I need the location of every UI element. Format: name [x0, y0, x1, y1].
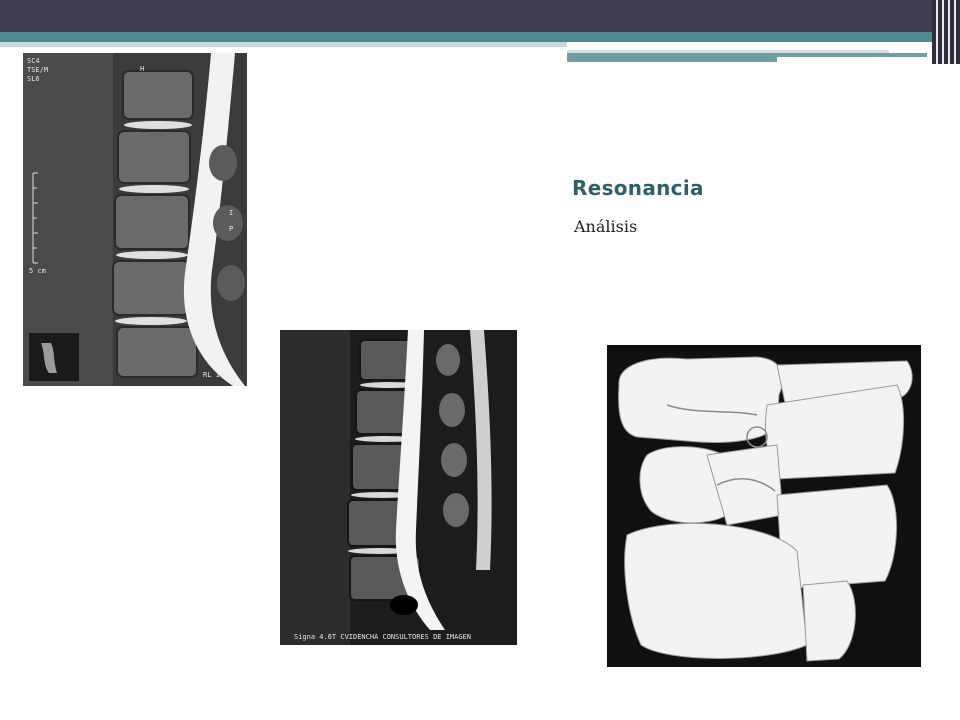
mri-sagittal-image-2: Signa 4.6T CVIDENCHA CONSULTORES DE IMAG…	[280, 330, 517, 645]
mri-label-slice: SL6	[27, 75, 40, 83]
header-accent-band	[0, 32, 960, 42]
header-accent-line	[0, 42, 567, 47]
mri-label-sc: SC4	[27, 57, 40, 65]
header-accent-step	[567, 53, 777, 62]
header-bar	[0, 0, 960, 32]
slide-subtitle: Análisis	[574, 217, 638, 236]
header-accent-step-2	[777, 53, 927, 57]
mri-label-scale: 5 cm	[29, 267, 46, 275]
mri-label-rl: RL 14	[203, 371, 224, 379]
mri-label-seq: TSE/M	[27, 66, 48, 74]
mri-label-p: P	[229, 225, 233, 233]
mri-footer-text: Signa 4.6T CVIDENCHA CONSULTORES DE IMAG…	[294, 633, 471, 641]
spine-3d-render	[607, 345, 921, 667]
mri-sagittal-image-1: SC4 TSE/M SL6 H I P 5 cm RL 14	[23, 53, 247, 386]
mri-label-head: H	[140, 65, 144, 73]
slide-title: Resonancia	[572, 176, 704, 200]
header-corner-stripes	[932, 0, 960, 64]
mri-label-i: I	[229, 209, 233, 217]
